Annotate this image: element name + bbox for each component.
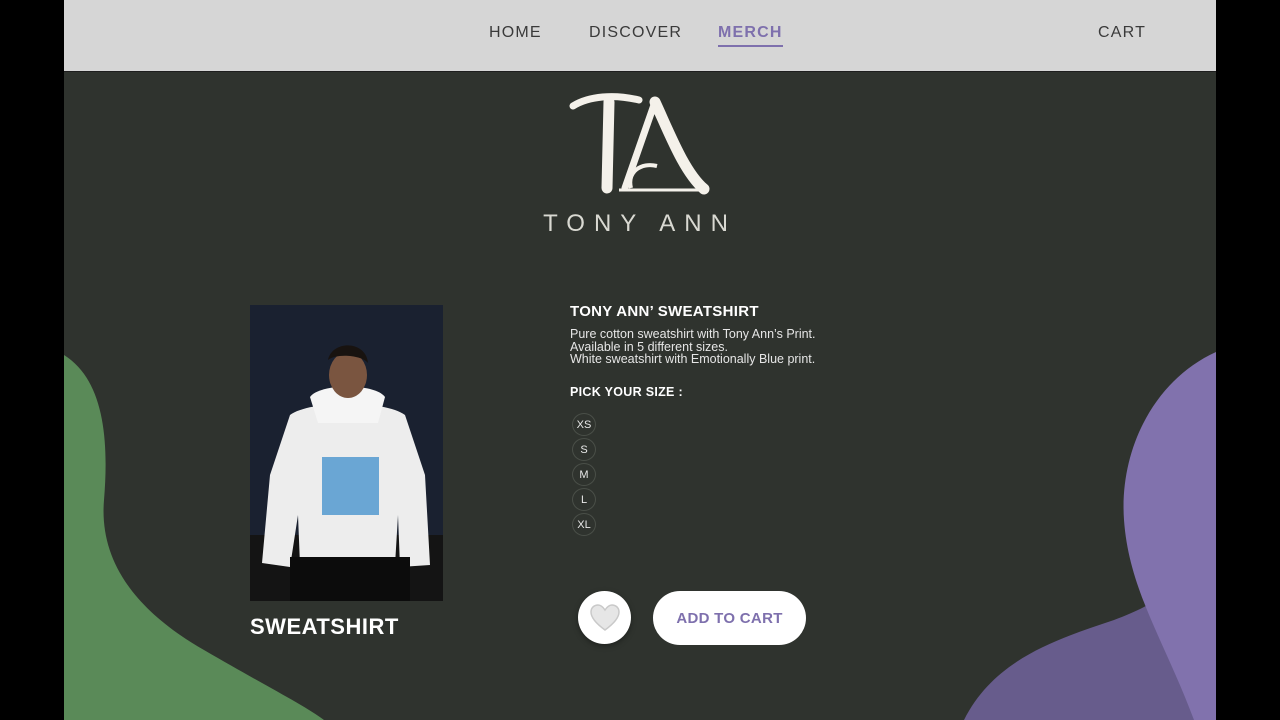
size-option-s[interactable]: S: [572, 438, 596, 461]
model-wearing-sweatshirt-image: [250, 305, 443, 601]
size-heading: PICK YOUR SIZE :: [570, 385, 683, 399]
page: HOME DISCOVER MERCH CART TONY ANN SWEATS…: [64, 0, 1216, 720]
description-line: Pure cotton sweatshirt with Tony Ann’s P…: [570, 327, 816, 341]
product-label: SWEATSHIRT: [250, 614, 399, 639]
nav-link-cart[interactable]: CART: [1098, 24, 1146, 42]
size-picker: XS S M L XL: [572, 413, 596, 538]
nav-link-home[interactable]: HOME: [489, 24, 542, 42]
top-navigation-bar: HOME DISCOVER MERCH CART: [64, 0, 1216, 72]
product-title: TONY ANN’ SWEATSHIRT: [570, 303, 759, 320]
brand-name: TONY ANN: [543, 210, 737, 237]
nav-link-discover[interactable]: DISCOVER: [589, 24, 682, 42]
ta-monogram-logo: [569, 93, 710, 195]
size-option-xs[interactable]: XS: [572, 413, 596, 436]
product-description: Pure cotton sweatshirt with Tony Ann’s P…: [570, 328, 816, 366]
favorite-button[interactable]: [578, 591, 631, 644]
size-option-xl[interactable]: XL: [572, 513, 596, 536]
nav-link-merch[interactable]: MERCH: [718, 24, 783, 47]
add-to-cart-button[interactable]: ADD TO CART: [653, 591, 806, 645]
brand-logo: TONY ANN: [64, 82, 1216, 242]
product-photo: [250, 305, 443, 601]
size-option-l[interactable]: L: [572, 488, 596, 511]
size-option-m[interactable]: M: [572, 463, 596, 486]
heart-icon: [589, 603, 620, 631]
description-line: White sweatshirt with Emotionally Blue p…: [570, 352, 816, 366]
